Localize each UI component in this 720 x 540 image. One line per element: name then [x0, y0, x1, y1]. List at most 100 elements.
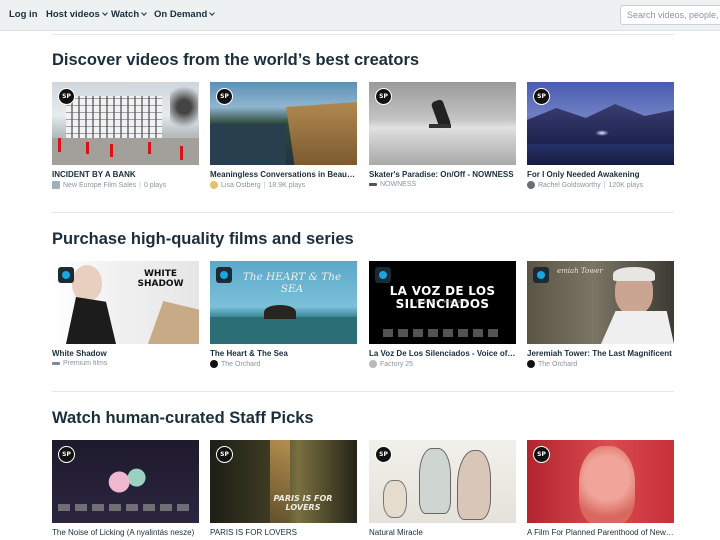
video-card[interactable]: SP A Film For Planned Parenthood of New …	[527, 440, 674, 537]
section-title-purchase: Purchase high-quality films and series	[52, 230, 354, 248]
section-title-discover: Discover videos from the world’s best cr…	[52, 51, 420, 69]
video-meta: Rachel Goldsworthy | 120K plays	[527, 181, 674, 189]
video-card[interactable]: SP Meaningless Conversations in Beautifu…	[210, 82, 357, 189]
film-title[interactable]: Jeremiah Tower: The Last Magnificent	[527, 349, 674, 358]
divider	[52, 212, 674, 213]
on-demand-badge-icon	[375, 267, 391, 283]
avatar	[210, 360, 218, 368]
film-overlay-subtitle: THE VOICE OF THE VOICELESS	[415, 300, 470, 304]
film-title[interactable]: La Voz De Los Silenciados - Voice of the…	[369, 349, 516, 358]
staff-pick-badge-icon: SP	[58, 446, 75, 463]
film-seller[interactable]: Premium films	[63, 360, 107, 367]
on-demand-menu[interactable]: On Demand	[154, 9, 216, 20]
video-title[interactable]: INCIDENT BY A BANK	[52, 170, 199, 179]
video-plays: 120K plays	[608, 181, 644, 189]
video-meta: NOWNESS	[369, 181, 516, 188]
video-card[interactable]: SP Natural Miracle	[369, 440, 516, 537]
film-card[interactable]: LA VOZ DE LOS SILENCIADOS THE VOICE OF T…	[369, 261, 516, 368]
divider	[52, 391, 674, 392]
watch-label: Watch	[111, 9, 140, 20]
video-card[interactable]: SP INCIDENT BY A BANK New Europe Film Sa…	[52, 82, 199, 189]
host-videos-label: Host videos	[46, 9, 100, 20]
video-title[interactable]: The Noise of Licking (A nyalintás nesze)	[52, 528, 199, 537]
film-seller[interactable]: The Orchard	[221, 361, 260, 368]
video-card[interactable]: SP For I Only Needed Awakening Rachel Go…	[527, 82, 674, 189]
avatar	[527, 360, 535, 368]
chevron-down-icon	[141, 10, 147, 16]
staff-pick-badge-icon: SP	[533, 88, 550, 105]
staff-pick-badge-icon: SP	[216, 446, 233, 463]
avatar	[210, 181, 218, 189]
staff-pick-badge-icon: SP	[375, 446, 392, 463]
chevron-down-icon	[209, 10, 216, 16]
video-title[interactable]: For I Only Needed Awakening	[527, 170, 674, 179]
film-seller[interactable]: The Orchard	[538, 361, 577, 368]
watch-menu[interactable]: Watch	[111, 9, 147, 20]
staff-pick-badge-icon: SP	[58, 88, 75, 105]
video-author[interactable]: Lisa Ostberg	[221, 182, 261, 189]
film-card[interactable]: The HEART & The SEA The Heart & The Sea …	[210, 261, 357, 368]
film-thumbnail[interactable]: The HEART & The SEA	[210, 261, 357, 344]
login-link[interactable]: Log in	[9, 9, 38, 20]
film-card[interactable]: emiah Tower Jeremiah Tower: The Last Mag…	[527, 261, 674, 368]
chevron-down-icon	[102, 10, 108, 16]
film-overlay-title: LA VOZ DE LOS SILENCIADOS	[389, 284, 496, 311]
video-title[interactable]: Natural Miracle	[369, 528, 516, 537]
film-thumbnail[interactable]: emiah Tower	[527, 261, 674, 344]
meta-separator: |	[263, 181, 266, 189]
video-author[interactable]: New Europe Film Sales	[63, 182, 136, 189]
staff-pick-badge-icon: SP	[533, 446, 550, 463]
video-title[interactable]: Meaningless Conversations in Beautiful P…	[210, 170, 357, 179]
video-title[interactable]: Skater's Paradise: On/Off - NOWNESS	[369, 170, 516, 179]
staff-pick-badge-icon: SP	[375, 88, 392, 105]
staff-pick-badge-icon: SP	[216, 88, 233, 105]
film-title[interactable]: White Shadow	[52, 349, 199, 358]
meta-separator: |	[603, 181, 606, 189]
film-meta: The Orchard	[527, 360, 674, 368]
on-demand-badge-icon	[533, 267, 549, 283]
video-thumbnail[interactable]: PARIS IS FOR LOVERS SP	[210, 440, 357, 523]
video-plays: 0 plays	[143, 181, 167, 189]
meta-separator: |	[139, 181, 141, 189]
video-thumbnail[interactable]: SP	[52, 82, 199, 165]
film-title[interactable]: The Heart & The Sea	[210, 349, 357, 358]
on-demand-label: On Demand	[154, 9, 208, 20]
avatar	[52, 181, 60, 189]
film-overlay-title: The HEART & The SEA	[242, 271, 342, 295]
video-card[interactable]: SP The Noise of Licking (A nyalintás nes…	[52, 440, 199, 537]
top-nav-bar: Log in Host videos Watch On Demand Searc…	[0, 0, 720, 31]
film-card[interactable]: WHITE SHADOW White Shadow Premium films	[52, 261, 199, 367]
video-meta: Lisa Ostberg | 18.9K plays	[210, 181, 357, 189]
on-demand-badge-icon	[58, 267, 74, 283]
search-input[interactable]: Search videos, people, and more	[620, 5, 720, 25]
video-plays: 18.9K plays	[268, 181, 306, 189]
film-thumbnail[interactable]: WHITE SHADOW	[52, 261, 199, 344]
film-overlay-title: PARIS IS FOR LOVERS	[273, 494, 333, 512]
film-meta: Premium films	[52, 360, 199, 367]
film-meta: Factory 25	[369, 360, 516, 368]
avatar	[369, 183, 377, 186]
video-thumbnail[interactable]: SP	[52, 440, 199, 523]
divider	[52, 34, 674, 35]
video-card[interactable]: SP Skater's Paradise: On/Off - NOWNESS N…	[369, 82, 516, 188]
video-title[interactable]: A Film For Planned Parenthood of New Yor…	[527, 528, 674, 537]
video-thumbnail[interactable]: SP	[527, 440, 674, 523]
video-thumbnail[interactable]: SP	[210, 82, 357, 165]
avatar	[369, 360, 377, 368]
avatar	[527, 181, 535, 189]
video-thumbnail[interactable]: SP	[369, 82, 516, 165]
film-seller[interactable]: Factory 25	[380, 361, 413, 368]
host-videos-menu[interactable]: Host videos	[46, 9, 108, 20]
section-title-staff-picks: Watch human-curated Staff Picks	[52, 409, 314, 427]
video-card[interactable]: PARIS IS FOR LOVERS SP PARIS IS FOR LOVE…	[210, 440, 357, 537]
film-thumbnail[interactable]: LA VOZ DE LOS SILENCIADOS THE VOICE OF T…	[369, 261, 516, 344]
video-author[interactable]: NOWNESS	[380, 181, 416, 188]
video-author[interactable]: Rachel Goldsworthy	[538, 182, 601, 189]
film-meta: The Orchard	[210, 360, 357, 368]
video-thumbnail[interactable]: SP	[369, 440, 516, 523]
video-thumbnail[interactable]: SP	[527, 82, 674, 165]
video-meta: New Europe Film Sales | 0 plays	[52, 181, 199, 189]
film-overlay-title: WHITE SHADOW	[137, 269, 184, 289]
avatar	[52, 362, 60, 365]
video-title[interactable]: PARIS IS FOR LOVERS	[210, 528, 357, 537]
